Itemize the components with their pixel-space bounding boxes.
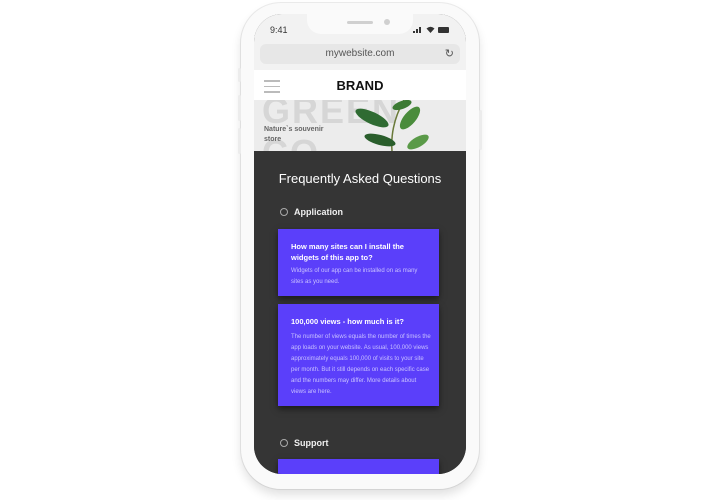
plant-image	[355, 100, 429, 151]
reload-icon[interactable]: ↻	[445, 47, 454, 60]
wifi-icon	[426, 26, 435, 33]
support-icon	[280, 439, 288, 447]
speaker	[347, 21, 373, 24]
faq-question: How many sites can I install the widgets…	[291, 242, 404, 262]
faq-item[interactable]	[278, 459, 439, 474]
faq-item[interactable]: How many sites can I install the widgets…	[278, 229, 439, 296]
faq-section: Frequently Asked Questions Application H…	[254, 151, 466, 474]
phone-notch	[307, 14, 413, 34]
hero-banner: GREEN CO Nature`s souvenir store	[254, 100, 466, 151]
camera	[384, 19, 390, 25]
gear-icon	[280, 208, 288, 216]
category-label: Support	[294, 438, 329, 448]
hero-subtitle: Nature`s souvenir store	[264, 126, 324, 143]
faq-question: 100,000 views - how much is it?	[291, 317, 404, 326]
phone-mute-button	[238, 68, 241, 82]
category-label: Application	[294, 207, 343, 217]
battery-icon	[438, 27, 449, 33]
phone-volume-up-button	[238, 95, 241, 121]
phone-power-button	[479, 110, 482, 150]
faq-answer: Widgets of our app can be installed on a…	[291, 268, 418, 285]
url-text[interactable]: mywebsite.com	[260, 48, 460, 59]
status-time: 9:41	[270, 25, 288, 35]
brand-logo[interactable]: BRAND	[254, 78, 466, 93]
faq-answer: The number of views equals the number of…	[291, 334, 431, 395]
signal-icon	[413, 27, 421, 33]
faq-item[interactable]: 100,000 views - how much is it? The numb…	[278, 304, 439, 406]
faq-category-support[interactable]: Support	[280, 438, 329, 448]
faq-title: Frequently Asked Questions	[278, 171, 442, 186]
phone-volume-down-button	[238, 128, 241, 154]
site-navbar: BRAND	[254, 70, 466, 100]
address-bar[interactable]: mywebsite.com ↻	[260, 44, 460, 64]
status-icons	[413, 26, 450, 33]
faq-category-application[interactable]: Application	[280, 207, 343, 217]
phone-screen: 9:41 mywebsite.com ↻ BRAND GREEN CO Natu…	[254, 14, 466, 474]
